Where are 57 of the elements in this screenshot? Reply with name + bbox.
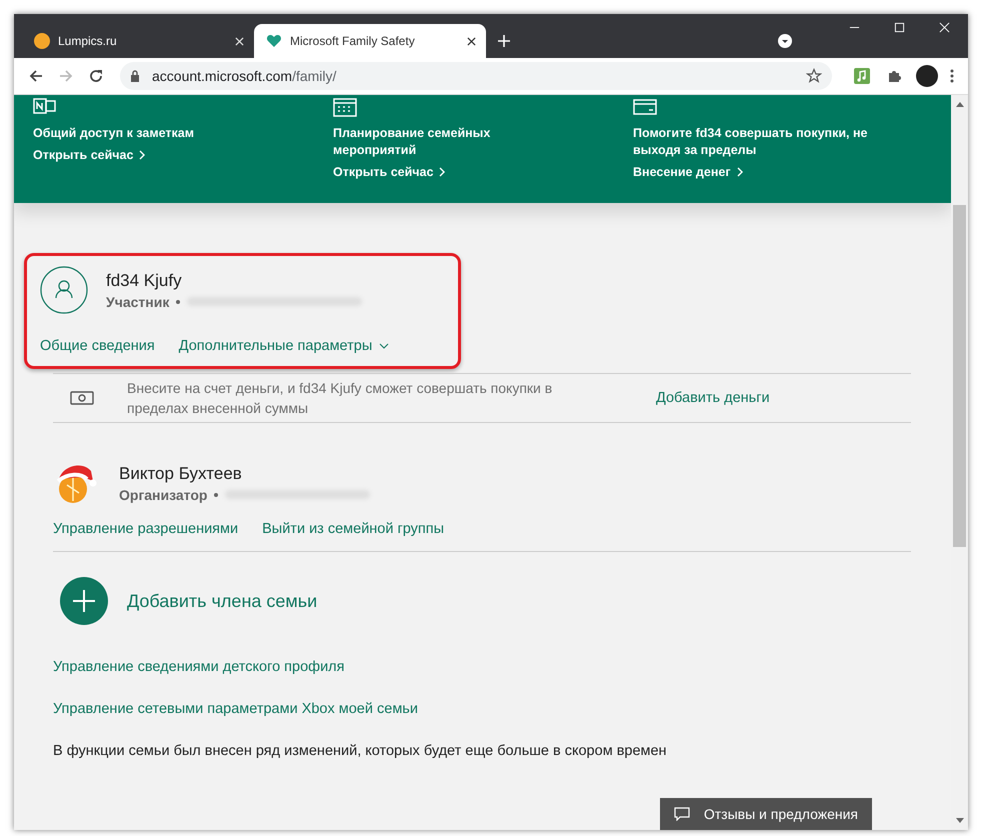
- card-icon: [633, 97, 657, 117]
- browser-tab[interactable]: Lumpics.ru: [22, 24, 254, 58]
- chevron-icon: [439, 167, 446, 177]
- back-icon[interactable]: [28, 68, 44, 84]
- star-icon[interactable]: [806, 68, 822, 84]
- heart-icon: [266, 33, 282, 49]
- puzzle-icon[interactable]: [886, 68, 902, 84]
- payment-hint: Внесите на счет деньги, и fd34 Kjufy сможет совершать покупки в пределах внесенной суммы: [127, 379, 554, 418]
- promo-link[interactable]: Внесение денег: [633, 165, 743, 179]
- profile-avatar[interactable]: [916, 65, 938, 87]
- add-member-link[interactable]: Добавить члена семьи: [127, 590, 318, 612]
- music-extension-icon[interactable]: [854, 68, 870, 84]
- member-link[interactable]: Выйти из семейной группы: [262, 521, 444, 537]
- new-tab-icon[interactable]: [498, 35, 510, 47]
- promo-title: Общий доступ к заметкам: [33, 125, 194, 142]
- separator-dot: [176, 300, 180, 304]
- feedback-button[interactable]: Отзывы и предложения: [660, 798, 872, 830]
- notes-icon: [33, 97, 57, 117]
- scrollbar-thumb[interactable]: [953, 205, 966, 547]
- tab-search-icon[interactable]: [777, 33, 793, 49]
- calendar-icon: [333, 97, 357, 117]
- address-bar[interactable]: account.microsoft.com/family/: [120, 62, 832, 90]
- maximize-icon[interactable]: [894, 22, 905, 33]
- url-text: account.microsoft.com/family/: [152, 68, 336, 84]
- caret-icon: [379, 343, 390, 349]
- reload-icon[interactable]: [88, 68, 104, 84]
- member-name: Виктор Бухтеев: [119, 464, 243, 484]
- chevron-icon: [139, 150, 146, 160]
- member-name: fd34 Kjufy: [106, 270, 183, 290]
- notice-text: В функции семьи был внесен ряд изменений, которых будет еще больше в скором времен: [53, 743, 668, 759]
- tab-title: Lumpics.ru: [58, 34, 118, 48]
- settings-link[interactable]: Управление сетевыми параметрами Xbox моей семьи: [53, 701, 911, 717]
- add-money-link[interactable]: Добавить деньги: [656, 390, 770, 406]
- speech-bubble-icon: [674, 807, 690, 821]
- settings-link[interactable]: Управление сведениями детского профиля: [53, 659, 911, 675]
- member-role: Организатор: [119, 486, 208, 502]
- scroll-down-icon[interactable]: [956, 818, 964, 824]
- site-icon: [34, 33, 50, 49]
- promo-title: Планирование семейных мероприятий: [333, 125, 492, 159]
- promo-title: Помогите fd34 совершать покупки, не выходя за пределы: [633, 125, 868, 159]
- scroll-up-icon[interactable]: [956, 101, 964, 107]
- member-link[interactable]: Управление разрешениями: [53, 521, 238, 537]
- user-avatar-icon: [40, 266, 88, 314]
- lock-icon: [130, 70, 140, 82]
- chevron-icon: [736, 167, 743, 177]
- browser-tab[interactable]: Microsoft Family Safety: [254, 24, 486, 58]
- tab-title: Microsoft Family Safety: [290, 34, 416, 48]
- add-icon[interactable]: [60, 577, 108, 625]
- member-role: Участник: [106, 294, 170, 310]
- member-link[interactable]: Дополнительные параметры: [178, 338, 390, 354]
- separator-dot: [214, 492, 218, 496]
- promo-link[interactable]: Открыть сейчас: [33, 148, 146, 162]
- promo-link[interactable]: Открыть сейчас: [333, 165, 446, 179]
- close-icon[interactable]: [467, 36, 476, 46]
- member-link[interactable]: Общие сведения: [40, 338, 155, 354]
- money-icon: [70, 390, 94, 406]
- menu-icon[interactable]: [950, 68, 954, 84]
